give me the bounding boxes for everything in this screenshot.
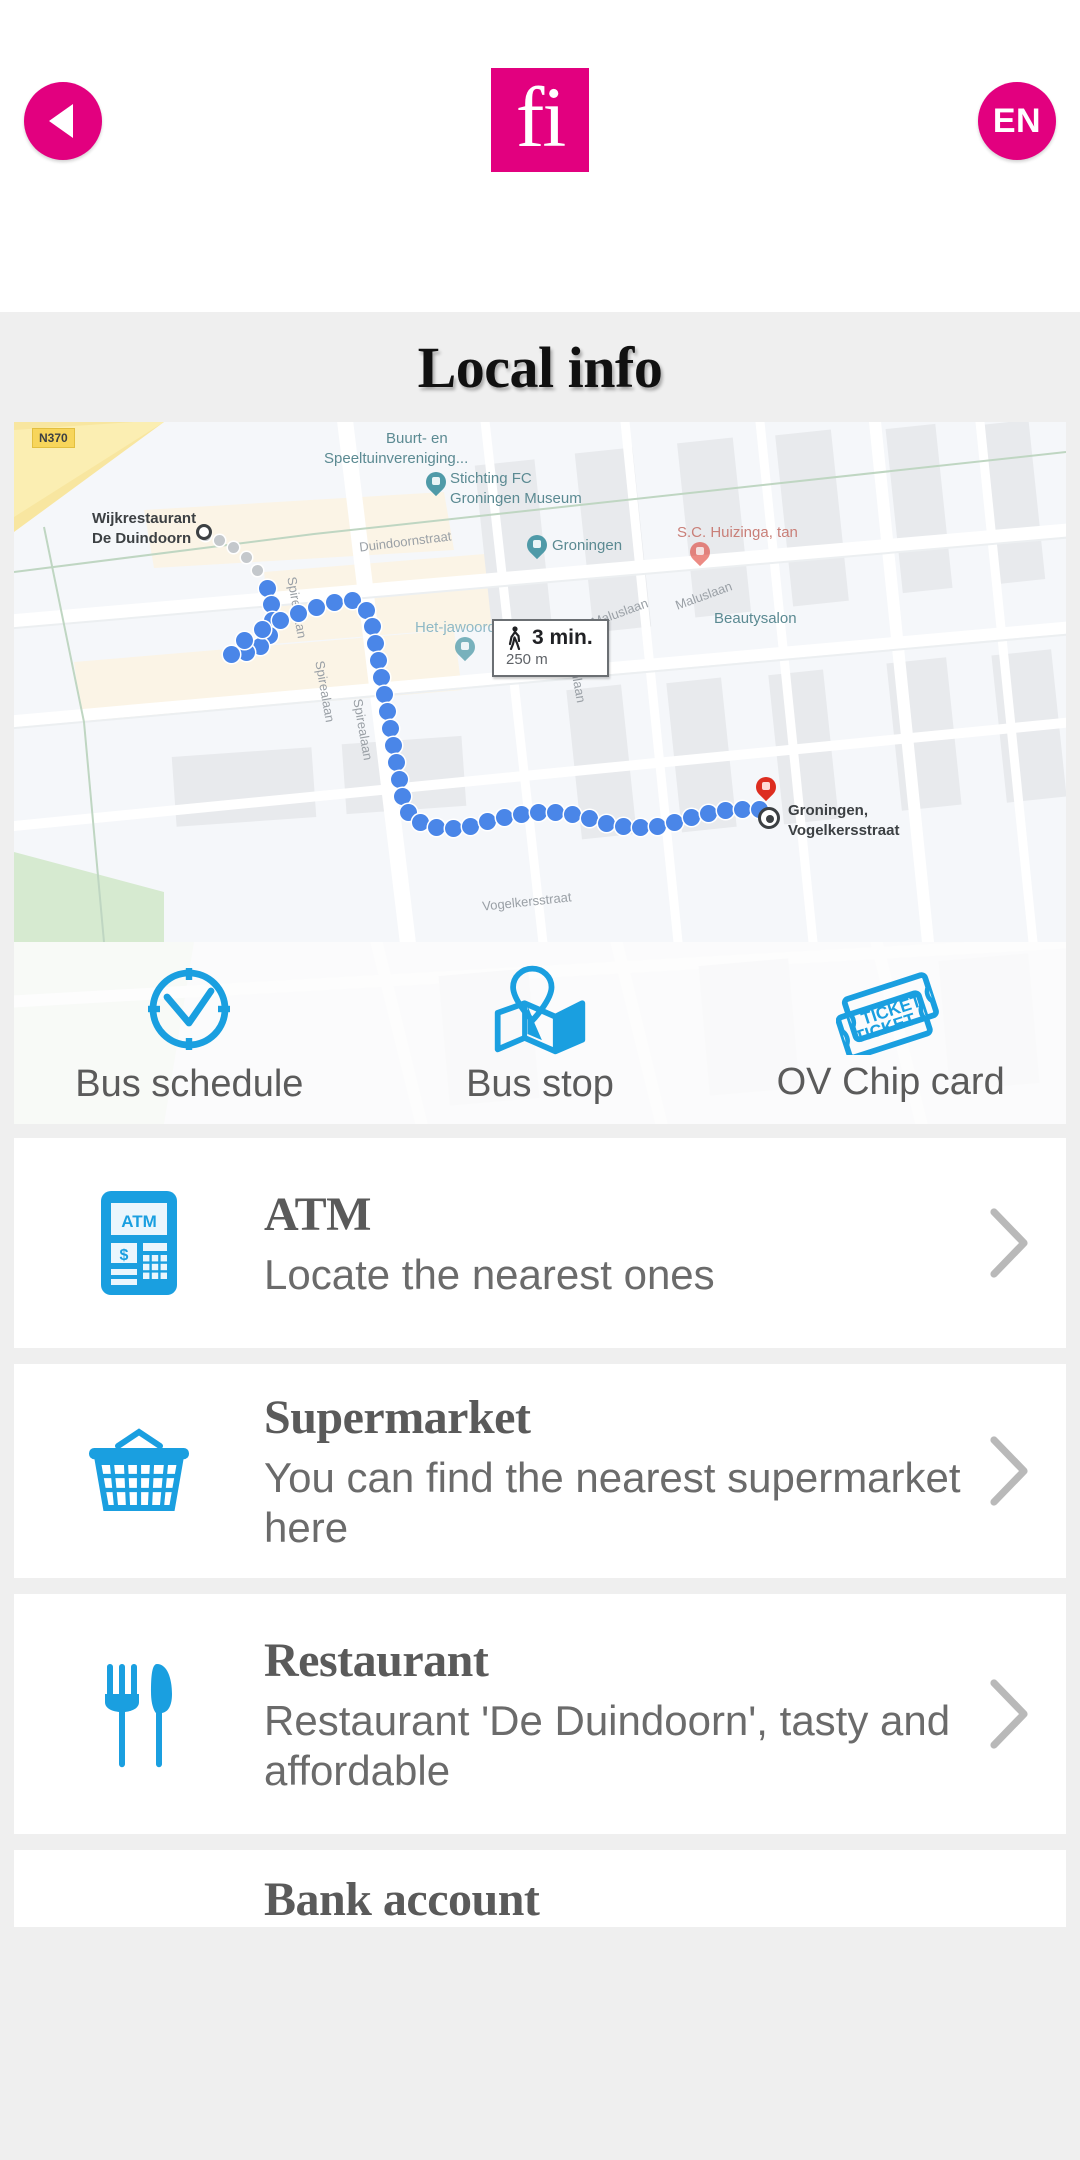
transit-item-bus-stop[interactable]: Bus stop: [365, 942, 716, 1124]
transit-label: Bus schedule: [75, 1062, 304, 1105]
route-path: [14, 422, 1066, 942]
svg-text:$: $: [120, 1247, 129, 1264]
transit-item-bus-schedule[interactable]: Bus schedule: [14, 942, 365, 1124]
walking-person-icon: [508, 626, 521, 650]
svg-text:ATM: ATM: [121, 1212, 157, 1231]
card-body: Bank account: [264, 1850, 974, 1927]
origin-marker: [196, 524, 212, 540]
card-body: ATM Locate the nearest ones: [264, 1161, 974, 1326]
page-title-bar: Local info: [0, 312, 1080, 422]
info-card-restaurant[interactable]: Restaurant Restaurant 'De Duindoorn', ta…: [14, 1594, 1066, 1835]
walk-time-badge: 3 min. 250 m: [492, 619, 609, 677]
page-title: Local info: [417, 334, 663, 400]
chevron-wrap[interactable]: [974, 1677, 1044, 1751]
info-card-bank-account[interactable]: Bank account: [14, 1850, 1066, 1928]
atm-machine-icon: ATM $: [101, 1191, 177, 1295]
chevron-wrap[interactable]: [974, 1434, 1044, 1508]
card-subtitle: Restaurant 'De Duindoorn', tasty and aff…: [264, 1697, 951, 1794]
card-subtitle: You can find the nearest supermarket her…: [264, 1454, 961, 1551]
destination-target-icon: [758, 807, 780, 829]
ticket-icon: TICKET TICKET: [835, 971, 939, 1055]
clock-icon: [148, 967, 231, 1050]
app-logo: fi: [491, 68, 589, 172]
card-body: Supermarket You can find the nearest sup…: [264, 1364, 974, 1578]
app-root: fi EN Local info N370 Buurt- en Speeltui…: [0, 0, 1080, 2160]
card-title: Supermarket: [264, 1391, 531, 1444]
map-pin-fold-icon: [494, 965, 586, 1054]
card-title: Bank account: [264, 1873, 540, 1927]
route-map[interactable]: N370 Buurt- en Speeltuinvereniging... St…: [14, 422, 1066, 942]
card-subtitle: Locate the nearest ones: [264, 1250, 715, 1298]
transit-item-ov-chip-card[interactable]: TICKET TICKET OV Chip card: [715, 942, 1066, 1124]
back-triangle-icon: [48, 104, 73, 138]
info-card-supermarket[interactable]: Supermarket You can find the nearest sup…: [14, 1364, 1066, 1579]
chevron-right-icon: [990, 1436, 1028, 1506]
card-title: ATM: [264, 1187, 371, 1241]
card-icon-wrap: ATM $: [14, 1187, 264, 1299]
language-switch-button[interactable]: EN: [978, 82, 1056, 160]
logo-text: fi: [515, 69, 567, 165]
fork-knife-icon: [105, 1664, 172, 1768]
walk-distance: 250 m: [506, 651, 548, 668]
chevron-right-icon: [990, 1208, 1028, 1278]
transit-label: Bus stop: [466, 1062, 614, 1105]
info-card-list: ATM $ ATM Locate the nearest ones Superm…: [0, 1124, 1080, 1928]
card-title: Restaurant: [264, 1634, 489, 1688]
chevron-right-icon: [990, 1679, 1028, 1749]
language-label: EN: [992, 101, 1042, 140]
chevron-wrap[interactable]: [974, 1206, 1044, 1280]
transit-label: OV Chip card: [776, 1060, 1005, 1103]
walk-duration: 3 min.: [532, 626, 593, 649]
app-header: fi EN: [0, 0, 1080, 312]
transit-shortcut-row: Bus schedule Bus stop TICKET TICKET OV C…: [14, 942, 1066, 1124]
card-icon-wrap: [14, 1428, 264, 1514]
destination-marker: [756, 777, 782, 803]
shopping-basket-icon: [89, 1428, 189, 1512]
card-body: Restaurant Restaurant 'De Duindoorn', ta…: [264, 1607, 974, 1821]
back-button[interactable]: [24, 82, 102, 160]
card-icon-wrap: [14, 1660, 264, 1768]
info-card-atm[interactable]: ATM $ ATM Locate the nearest ones: [14, 1138, 1066, 1348]
